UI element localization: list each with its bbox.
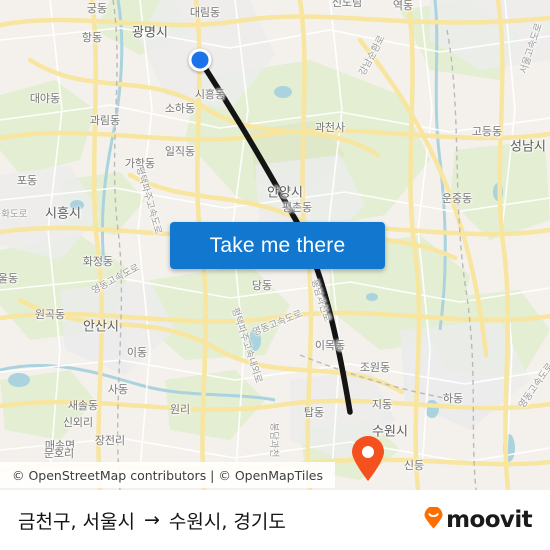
moovit-trip-card: 궁동 광명시 항동 대림동 역동 신도림 대야동 소하동 시흥동 과림동 과천사 고등동 성남시 일직동 가… xyxy=(0,0,550,550)
take-me-there-button[interactable]: Take me there xyxy=(170,222,385,269)
map-canvas[interactable]: 궁동 광명시 항동 대림동 역동 신도림 대야동 소하동 시흥동 과림동 과천사 고등동 성남시 일직동 가… xyxy=(0,0,550,490)
moovit-logo[interactable]: moovit xyxy=(424,505,533,534)
route-summary: 금천구, 서울시 → 수원시, 경기도 xyxy=(18,507,286,534)
arrow-right-icon: → xyxy=(143,509,160,531)
destination-label: 수원시, 경기도 xyxy=(168,510,286,533)
moovit-wordmark: moovit xyxy=(446,507,532,533)
origin-dot-marker[interactable] xyxy=(188,48,212,72)
map-attribution: © OpenStreetMap contributors | © OpenMap… xyxy=(0,462,336,488)
attribution-text: © OpenStreetMap contributors | © OpenMap… xyxy=(12,467,324,483)
footer-bar: 금천구, 서울시 → 수원시, 경기도 moovit xyxy=(0,490,550,550)
moovit-pin-icon xyxy=(424,505,443,534)
origin-label: 금천구, 서울시 xyxy=(18,510,135,533)
